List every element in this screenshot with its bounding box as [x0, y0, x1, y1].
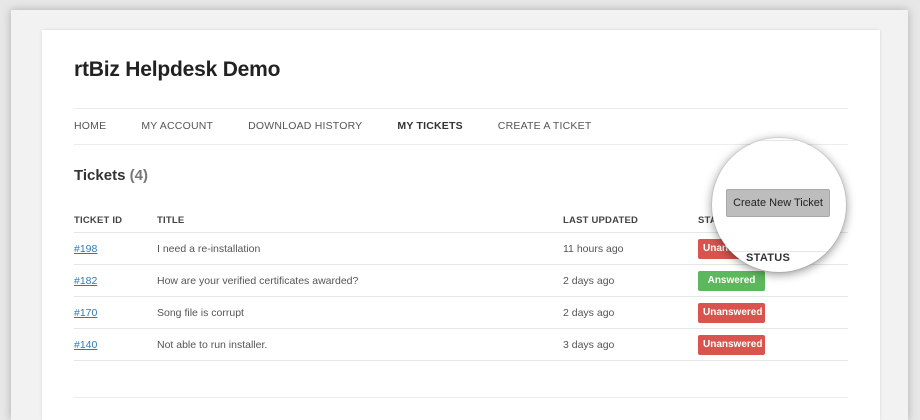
tickets-heading: Tickets (4)	[74, 167, 148, 184]
ticket-title: I need a re-installation	[157, 243, 261, 255]
site-title[interactable]: rtBiz Helpdesk Demo	[74, 58, 280, 82]
create-new-ticket-button[interactable]: Create New Ticket	[726, 189, 830, 217]
ticket-id-link[interactable]: #198	[74, 243, 97, 255]
nav-item-home[interactable]: HOME	[74, 120, 106, 132]
status-badge: Unanswered	[698, 303, 765, 323]
ticket-last-updated: 3 days ago	[563, 339, 615, 351]
footer-divider	[74, 397, 848, 398]
tickets-count: (4)	[129, 167, 148, 184]
status-badge: Answered	[698, 271, 765, 291]
nav-divider-top	[74, 108, 848, 109]
ticket-last-updated: 2 days ago	[563, 275, 615, 287]
ticket-title: Not able to run installer.	[157, 339, 268, 351]
column-header-ticket-id: TICKET ID	[74, 215, 123, 226]
ticket-id-link[interactable]: #182	[74, 275, 97, 287]
ticket-title: Song file is corrupt	[157, 307, 244, 319]
status-badge: Unanswered	[698, 335, 765, 355]
nav-item-my-account[interactable]: MY ACCOUNT	[141, 120, 213, 132]
table-row: #140 Not able to run installer. 3 days a…	[74, 329, 848, 361]
nav-divider-bottom	[74, 144, 848, 145]
main-nav: HOME MY ACCOUNT DOWNLOAD HISTORY MY TICK…	[74, 120, 591, 132]
magnifier-callout: Create New Ticket STATUS	[712, 138, 846, 272]
column-header-title: TITLE	[157, 215, 185, 226]
ticket-title: How are your verified certificates award…	[157, 275, 359, 287]
page-content: rtBiz Helpdesk Demo HOME MY ACCOUNT DOWN…	[42, 30, 880, 420]
nav-item-my-tickets[interactable]: MY TICKETS	[397, 120, 462, 132]
nav-item-create-a-ticket[interactable]: CREATE A TICKET	[498, 120, 592, 132]
ticket-last-updated: 2 days ago	[563, 307, 615, 319]
ticket-last-updated: 11 hours ago	[563, 243, 624, 255]
nav-item-download-history[interactable]: DOWNLOAD HISTORY	[248, 120, 362, 132]
column-header-last-updated: LAST UPDATED	[563, 215, 639, 226]
table-row: #182 How are your verified certificates …	[74, 265, 848, 297]
ticket-id-link[interactable]: #140	[74, 339, 97, 351]
tickets-heading-label: Tickets	[74, 167, 126, 184]
magnified-status-header: STATUS	[746, 252, 791, 264]
magnified-divider	[712, 140, 846, 141]
table-row: #170 Song file is corrupt 2 days ago Una…	[74, 297, 848, 329]
ticket-id-link[interactable]: #170	[74, 307, 97, 319]
